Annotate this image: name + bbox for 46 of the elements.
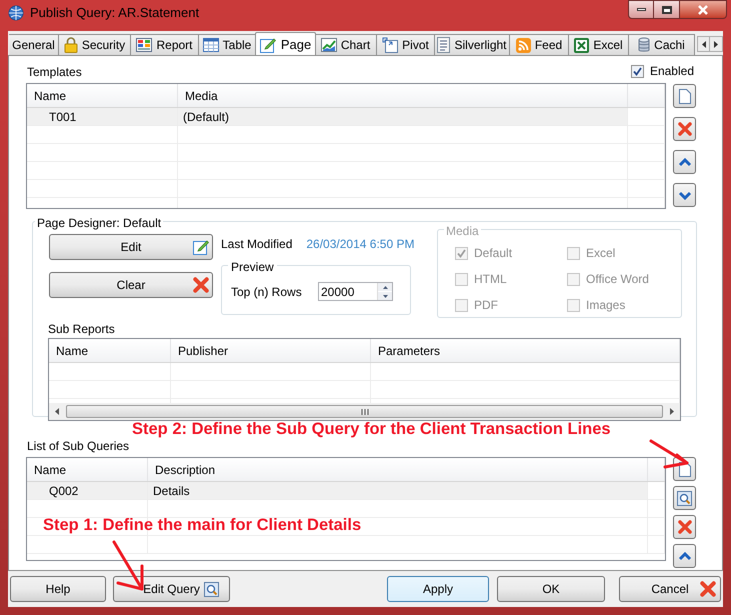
field-label: Last Modified bbox=[221, 236, 292, 253]
tab[interactable]: Feed bbox=[510, 34, 569, 55]
window-title: Publish Query: AR.Statement bbox=[30, 4, 200, 22]
help-button[interactable]: Help bbox=[10, 576, 106, 602]
column-header[interactable]: Parameters bbox=[371, 339, 680, 362]
field-label: Top (n) Rows bbox=[231, 284, 303, 300]
table-cell: (Default) bbox=[178, 108, 628, 125]
cancel-button[interactable]: Cancel bbox=[619, 576, 721, 602]
column-header[interactable]: Name bbox=[27, 84, 178, 107]
tab[interactable]: Chart bbox=[315, 34, 377, 55]
column-header[interactable]: Name bbox=[27, 458, 148, 481]
table-cell: Details bbox=[148, 482, 648, 499]
tab[interactable]: General bbox=[9, 34, 59, 55]
table-cell: T001 bbox=[27, 108, 178, 125]
tab[interactable]: Cachi bbox=[629, 34, 695, 55]
tab[interactable]: Report bbox=[131, 34, 199, 55]
column-header[interactable]: Description bbox=[148, 458, 648, 481]
checkbox-label: Excel bbox=[586, 245, 616, 262]
tab[interactable]: Page bbox=[255, 32, 316, 55]
section-label: List of Sub Queries bbox=[27, 439, 130, 453]
checkbox-label: Enabled bbox=[650, 63, 694, 80]
edit-query-button[interactable]: Edit Query bbox=[113, 576, 230, 602]
spin-box[interactable]: 20000 bbox=[318, 282, 393, 301]
column-header[interactable]: Publisher bbox=[171, 339, 371, 362]
column-header[interactable]: Name bbox=[49, 339, 171, 362]
tab[interactable]: Table bbox=[199, 34, 256, 55]
tab[interactable]: Excel bbox=[569, 34, 629, 55]
checkbox-label: PDF bbox=[474, 297, 498, 314]
edit-button[interactable]: Edit bbox=[49, 234, 213, 260]
tab[interactable]: Security bbox=[59, 34, 131, 55]
checkbox-label: Office Word bbox=[586, 271, 649, 288]
date-text: 26/03/2014 6:50 PM bbox=[306, 236, 414, 253]
table-cell: Q002 bbox=[27, 482, 148, 499]
section-label: Sub Reports bbox=[48, 322, 115, 336]
apply-button[interactable]: Apply bbox=[387, 576, 489, 602]
checkbox-label: Default bbox=[474, 245, 512, 262]
ok-button[interactable]: OK bbox=[497, 576, 605, 602]
clear-button[interactable]: Clear bbox=[49, 272, 213, 298]
tab[interactable]: Silverlight bbox=[435, 34, 510, 55]
annotation-text: Step 2: Define the Sub Query for the Client Transaction Lines bbox=[132, 419, 611, 440]
tab[interactable]: Pivot bbox=[377, 34, 435, 55]
annotation-text: Step 1: Define the main for Client Details bbox=[43, 515, 362, 536]
checkbox-label: HTML bbox=[474, 271, 507, 288]
checkbox-label: Images bbox=[586, 297, 626, 314]
column-header[interactable]: Media bbox=[178, 84, 628, 107]
section-label: Templates bbox=[27, 64, 82, 81]
